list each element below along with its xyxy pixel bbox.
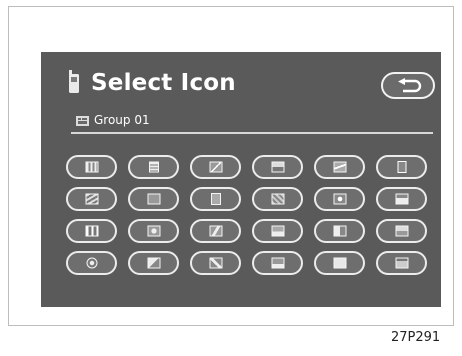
- tool-icon: [209, 257, 222, 269]
- icon-button-slash[interactable]: [190, 155, 241, 179]
- coin-icon: [86, 257, 97, 269]
- icon-button-stripes[interactable]: [66, 187, 117, 211]
- flask-icon: [271, 257, 284, 269]
- icon-button-document[interactable]: [128, 155, 179, 179]
- icon-button-wave[interactable]: [314, 155, 365, 179]
- diagonal-icon: [271, 193, 284, 205]
- icon-button-bolt[interactable]: [190, 219, 241, 243]
- icon-button-heart[interactable]: [314, 187, 365, 211]
- icon-button-pages[interactable]: [314, 219, 365, 243]
- pen-icon: [147, 257, 160, 269]
- icon-button-symbol[interactable]: [376, 219, 427, 243]
- note-icon: [333, 257, 346, 269]
- calculator-icon: [85, 161, 98, 173]
- icon-button-cup[interactable]: [128, 219, 179, 243]
- icon-button-diagonal[interactable]: [252, 187, 303, 211]
- box-icon: [271, 225, 284, 237]
- phone-icon: [69, 70, 79, 93]
- icon-button-pen[interactable]: [128, 251, 179, 275]
- icon-button-tool[interactable]: [190, 251, 241, 275]
- signboard-icon: [147, 193, 160, 205]
- wave-icon: [333, 161, 346, 173]
- stripes-icon: [85, 193, 98, 205]
- icon-button-calculator[interactable]: [66, 155, 117, 179]
- return-arrow-icon: [398, 78, 422, 93]
- select-icon-screen: Select Icon Group 01: [41, 52, 441, 307]
- group-folder-icon: [76, 116, 89, 126]
- figure-code: 27P291: [391, 330, 441, 345]
- icon-button-book[interactable]: [376, 155, 427, 179]
- page-title: Select Icon: [91, 70, 236, 96]
- icon-button-flask[interactable]: [252, 251, 303, 275]
- group-label: Group 01: [94, 113, 150, 127]
- cup-icon: [147, 225, 160, 237]
- slash-icon: [209, 161, 222, 173]
- heart-icon: [333, 193, 346, 205]
- back-button[interactable]: [381, 72, 435, 99]
- icon-button-house[interactable]: [376, 187, 427, 211]
- group-divider: [71, 132, 433, 134]
- icon-button-landscape[interactable]: [252, 155, 303, 179]
- bolt-icon: [209, 225, 222, 237]
- icon-button-note[interactable]: [314, 251, 365, 275]
- icon-button-fork-knife[interactable]: [66, 219, 117, 243]
- icon-button-box[interactable]: [252, 219, 303, 243]
- tv-icon: [395, 257, 408, 269]
- icon-button-coin[interactable]: [66, 251, 117, 275]
- icon-button-card[interactable]: [190, 187, 241, 211]
- icon-button-signboard[interactable]: [128, 187, 179, 211]
- group-selector[interactable]: Group 01: [76, 112, 436, 130]
- book-icon: [397, 161, 406, 173]
- card-icon: [210, 193, 221, 205]
- landscape-icon: [271, 161, 284, 173]
- pages-icon: [333, 225, 346, 237]
- fork-knife-icon: [85, 225, 98, 237]
- icon-button-tv[interactable]: [376, 251, 427, 275]
- icon-grid: [66, 155, 427, 275]
- symbol-icon: [395, 225, 408, 237]
- house-icon: [395, 193, 408, 205]
- figure-frame: Select Icon Group 01: [8, 6, 454, 326]
- document-icon: [148, 161, 159, 173]
